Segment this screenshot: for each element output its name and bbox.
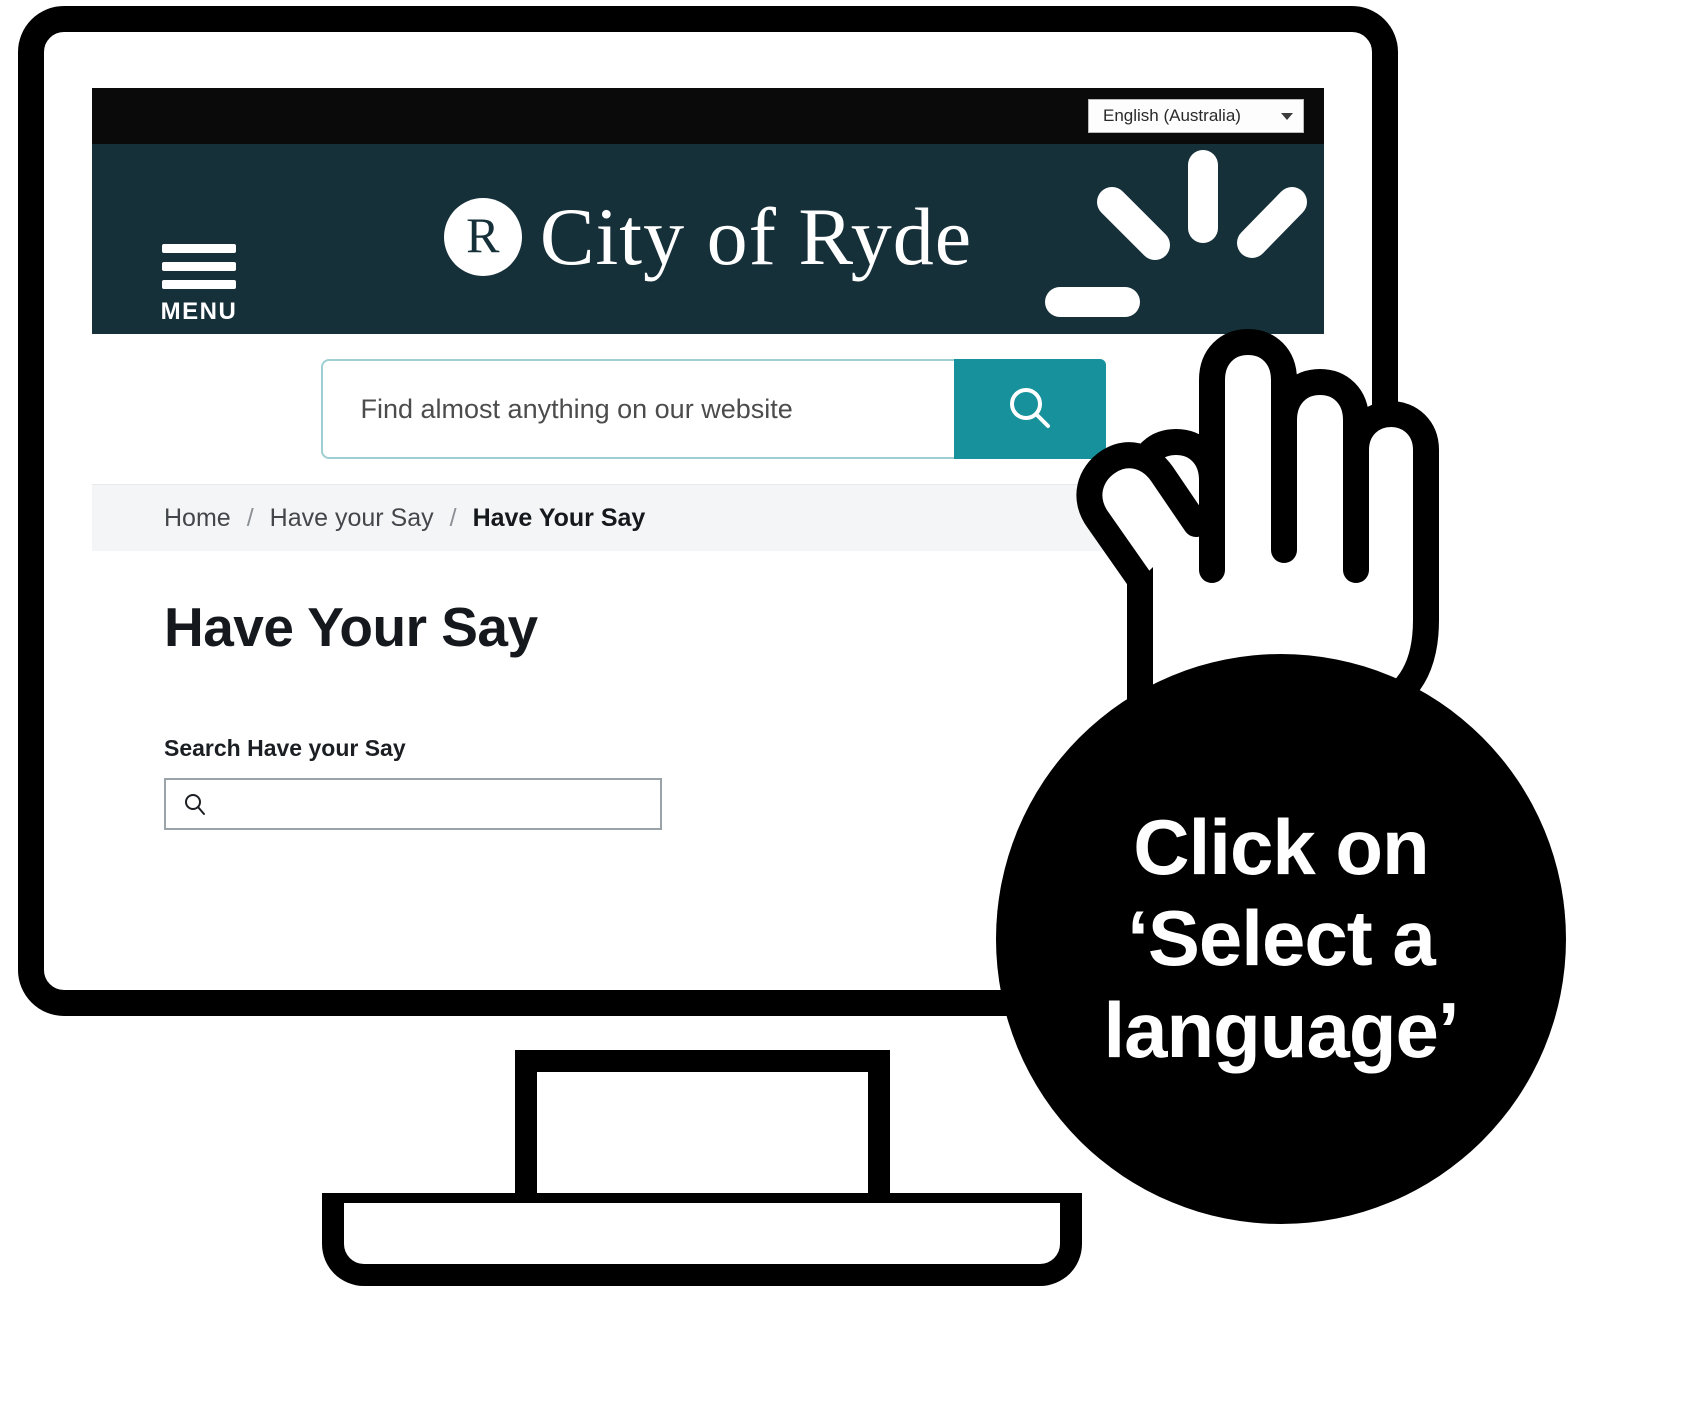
site-logo[interactable]: R City of Ryde	[92, 196, 1324, 278]
callout-bubble: Click on ‘Select a language’	[996, 654, 1566, 1224]
have-your-say-search-field[interactable]	[164, 778, 662, 830]
site-search-strip	[92, 334, 1324, 484]
site-header: MENU R City of Ryde	[92, 144, 1324, 334]
breadcrumb-separator: /	[246, 503, 254, 532]
breadcrumb-item-home[interactable]: Home	[164, 504, 231, 533]
site-search-button[interactable]	[953, 359, 1106, 459]
site-name: City of Ryde	[539, 191, 973, 282]
site-search-form	[320, 359, 1106, 459]
monitor-base	[322, 1203, 1082, 1286]
callout-text: Click on ‘Select a language’	[1103, 803, 1459, 1074]
ryde-roundel-icon: R	[443, 198, 522, 276]
breadcrumb-item-current: Have Your Say	[472, 503, 646, 532]
site-search-input[interactable]	[320, 359, 954, 459]
language-selector[interactable]: English (Australia)	[1088, 99, 1304, 133]
utility-bar: English (Australia)	[92, 88, 1324, 144]
breadcrumb-item-have-your-say[interactable]: Have your Say	[270, 504, 434, 533]
chevron-down-icon	[1281, 112, 1293, 120]
search-icon	[1009, 388, 1050, 428]
menu-button-label: MENU	[160, 298, 238, 325]
have-your-say-search-input[interactable]	[166, 780, 660, 828]
breadcrumb: Home / Have your Say / Have Your Say	[92, 484, 1324, 551]
page-title: Have Your Say	[164, 596, 538, 658]
breadcrumb-separator: /	[449, 503, 457, 532]
language-selector-label: English (Australia)	[1103, 106, 1241, 125]
